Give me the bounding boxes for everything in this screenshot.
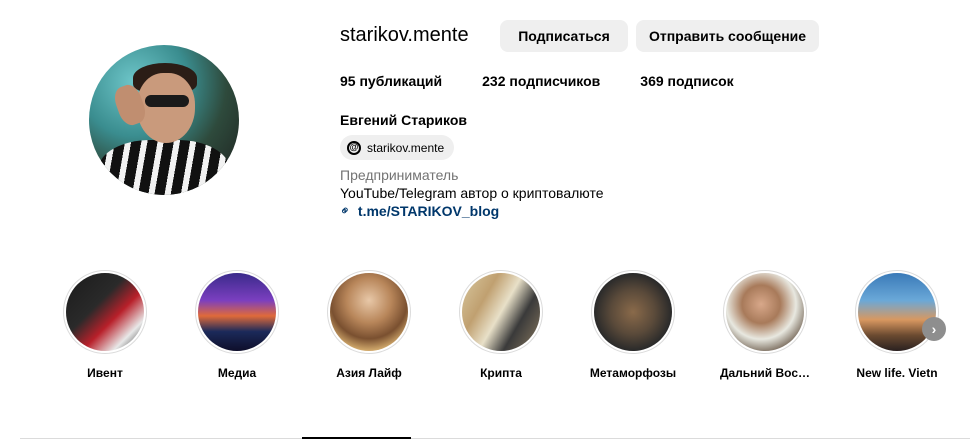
- tab-divider: [20, 438, 970, 439]
- link-icon: ⚭: [335, 201, 355, 220]
- highlight-label: Крипта: [480, 366, 522, 380]
- highlight-cover: [66, 273, 144, 351]
- highlight-cover: [330, 273, 408, 351]
- highlight-cover: [198, 273, 276, 351]
- follow-button[interactable]: Подписаться: [500, 20, 628, 52]
- tab-active-indicator: [302, 437, 411, 439]
- chevron-right-icon[interactable]: ›: [922, 317, 946, 341]
- highlight-label: Дальний Вос…: [719, 366, 811, 380]
- highlight-item[interactable]: Метаморфозы: [578, 270, 688, 380]
- highlight-item[interactable]: Медиа: [182, 270, 292, 380]
- threads-badge[interactable]: @ starikov.mente: [340, 135, 455, 160]
- profile-link-text: t.me/STARIKOV_blog: [357, 203, 500, 219]
- highlight-label: New life. Vietn: [856, 366, 938, 380]
- profile-link[interactable]: ⚭ t.me/STARIKOV_blog: [336, 201, 500, 219]
- highlight-item[interactable]: Ивент: [50, 270, 160, 380]
- profile-stats: 95 публикаций 232 подписчиков 369 подпис…: [340, 73, 774, 89]
- highlight-item[interactable]: Крипта: [446, 270, 556, 380]
- profile-avatar[interactable]: [89, 45, 239, 195]
- highlight-label: Ивент: [87, 366, 123, 380]
- profile-full-name: Евгений Стариков: [340, 112, 468, 128]
- highlight-item[interactable]: Азия Лайф: [314, 270, 424, 380]
- send-message-button[interactable]: Отправить сообщение: [636, 20, 819, 52]
- highlight-cover: [462, 273, 540, 351]
- threads-handle: starikov.mente: [367, 140, 445, 155]
- profile-category: Предприниматель: [340, 167, 459, 183]
- profile-bio: YouTube/Telegram автор о криптовалюте: [340, 185, 604, 201]
- profile-username: starikov.mente: [340, 24, 469, 46]
- followers-count[interactable]: 232 подписчиков: [482, 73, 600, 89]
- highlight-label: Метаморфозы: [589, 366, 677, 380]
- highlight-cover: [594, 273, 672, 351]
- posts-count: 95 публикаций: [340, 73, 443, 89]
- highlight-cover: [858, 273, 936, 351]
- highlight-cover: [726, 273, 804, 351]
- highlight-label: Азия Лайф: [336, 366, 402, 380]
- threads-icon: @: [347, 140, 361, 155]
- highlight-item[interactable]: Дальний Вос…: [710, 270, 820, 380]
- following-count[interactable]: 369 подписок: [640, 73, 733, 89]
- highlight-label: Медиа: [217, 366, 257, 380]
